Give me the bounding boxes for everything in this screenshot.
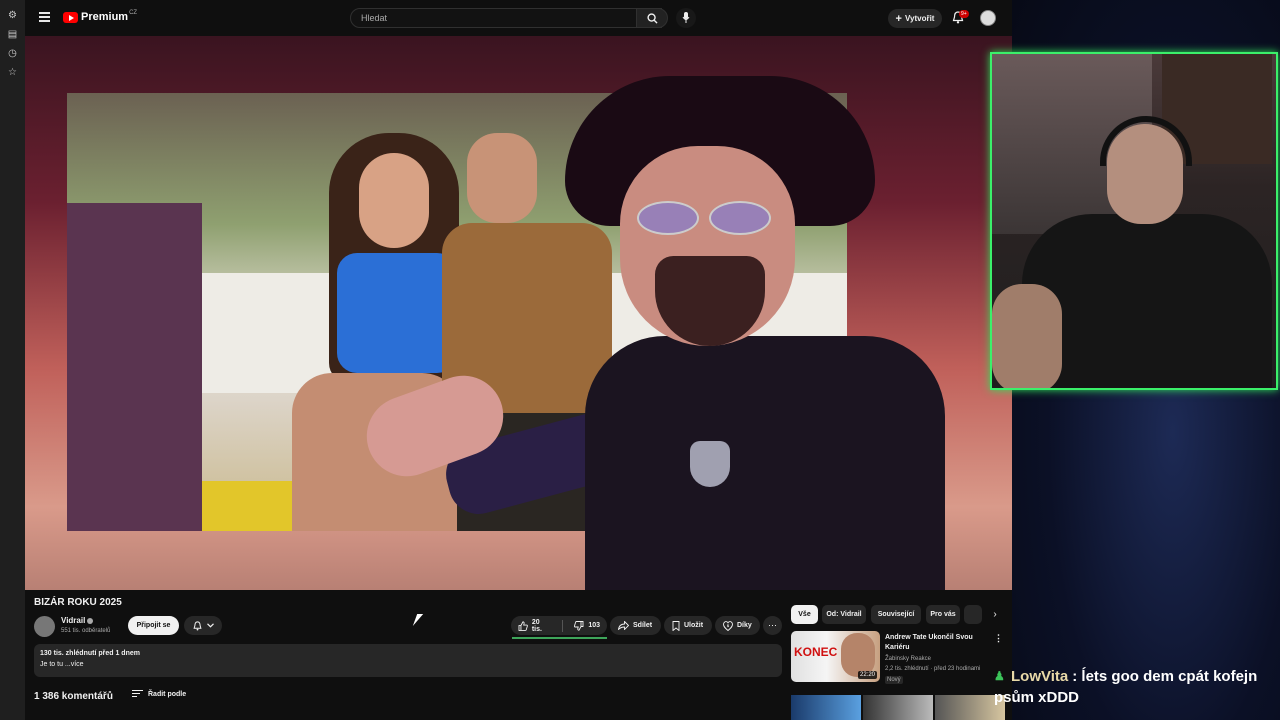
chat-line-1: ♟ LowVita : ĺets goo dem cpát kofejn <box>994 668 1280 685</box>
more-vert-icon[interactable]: ⋮ <box>994 633 1003 644</box>
bookmark-icon <box>672 620 680 631</box>
chip-all[interactable]: Vše <box>791 605 818 624</box>
youtube-window: ⚙ ▤ ◷ ☆ Premium CZ Hledat + Vytvořit 9+ … <box>0 0 1012 720</box>
chevron-down-icon <box>206 623 214 628</box>
verified-icon <box>87 617 94 624</box>
voice-search-button[interactable] <box>676 8 696 28</box>
search-icon <box>647 13 658 24</box>
thanks-label: Díky <box>737 622 752 629</box>
video-person-woman-face <box>359 153 429 248</box>
save-button[interactable]: Uložit <box>664 616 712 635</box>
like-button[interactable]: 20 tis. <box>511 616 558 635</box>
recommended-stats: 2,2 tis. zhlédnutí · před 23 hodinami <box>885 666 981 672</box>
search-input[interactable]: Hledat <box>350 8 662 28</box>
recommended-thumbnail-2[interactable] <box>791 695 861 720</box>
create-label: Vytvořit <box>904 14 935 23</box>
logo-region: CZ <box>129 10 138 16</box>
like-ratio-bar <box>512 637 607 639</box>
mic-icon <box>682 12 690 23</box>
sort-label: Řadit podle <box>148 691 187 698</box>
logo-text: Premium <box>81 11 129 23</box>
create-button[interactable]: + Vytvořit <box>888 9 942 28</box>
video-host-body <box>585 336 945 590</box>
description-text[interactable]: Je to tu ...více <box>40 661 84 668</box>
subscriber-count: 551 tis. odběratelů <box>61 628 111 634</box>
video-meta: 130 tis. zhlédnutí před 1 dnem <box>40 650 140 657</box>
recommended-thumbnail-3[interactable] <box>863 695 933 720</box>
share-label: Sdílet <box>633 622 653 629</box>
youtube-logo[interactable]: Premium CZ <box>63 10 138 23</box>
thumbnail-text: KONEC <box>794 645 838 659</box>
thanks-icon: $ <box>723 620 733 631</box>
chat-message: ♟ LowVita : ĺets goo dem cpát kofejn psů… <box>994 668 1280 706</box>
chip-related[interactable]: Související <box>871 605 921 624</box>
webcam-overlay <box>990 52 1278 390</box>
browser-sidebar: ⚙ ▤ ◷ ☆ <box>0 0 25 720</box>
chat-text-2: psům xDDD <box>994 689 1080 706</box>
more-horiz-icon: ⋯ <box>768 620 777 630</box>
share-button[interactable]: Sdílet <box>610 616 661 635</box>
video-person-woman-dress <box>337 253 457 373</box>
channel-name[interactable]: Vidrail <box>61 616 85 625</box>
more-actions-button[interactable]: ⋯ <box>763 616 782 635</box>
star-icon[interactable]: ☆ <box>7 67 18 78</box>
video-host-glasses <box>637 201 777 235</box>
webcam-streamer-arm <box>992 284 1062 388</box>
thumbs-down-icon <box>574 620 584 631</box>
save-label: Uložit <box>684 622 704 629</box>
dislike-button[interactable]: 103 <box>567 616 607 635</box>
mouse-cursor <box>412 614 424 626</box>
video-person-left <box>67 203 202 531</box>
video-host-badge <box>690 441 730 487</box>
like-divider <box>562 619 564 632</box>
recommended-thumbnail[interactable]: KONEC 22:20 <box>791 631 880 682</box>
description-box[interactable]: 130 tis. zhlédnutí před 1 dnem Je to tu … <box>34 644 782 677</box>
menu-icon[interactable] <box>39 12 50 23</box>
chat-user-icon: ♟ <box>994 669 1005 683</box>
video-player[interactable] <box>25 36 1012 590</box>
recommendation-chips: Vše Od: Vidrail Související Pro vás › <box>791 605 1012 624</box>
dislike-count: 103 <box>588 622 600 629</box>
search-button[interactable] <box>636 8 668 28</box>
share-icon <box>618 621 629 630</box>
like-count: 20 tis. <box>531 618 542 633</box>
chat-text-1: : ĺets goo dem cpát kofejn <box>1072 668 1258 685</box>
sort-comments-button[interactable]: Řadit podle <box>132 690 186 699</box>
plus-icon: + <box>895 12 902 25</box>
join-button[interactable]: Připojit se <box>128 616 179 635</box>
sort-icon <box>132 690 143 699</box>
channel-avatar[interactable] <box>34 616 55 637</box>
chip-from-channel[interactable]: Od: Vidrail <box>822 605 866 624</box>
new-badge: Nový <box>885 676 903 684</box>
recommended-title[interactable]: Andrew Tate Ukončil Svou Kariéru <box>885 633 995 653</box>
youtube-play-icon <box>63 11 78 23</box>
bell-icon <box>192 620 202 630</box>
svg-text:$: $ <box>727 623 730 628</box>
top-bar: Premium CZ Hledat + Vytvořit 9+ <box>25 0 1012 36</box>
video-person-man-face <box>467 133 537 223</box>
chip-for-you[interactable]: Pro vás <box>926 605 960 624</box>
recommended-video-2[interactable] <box>791 695 1012 720</box>
channel-name-row[interactable]: Vidrail <box>61 616 94 625</box>
recommended-video[interactable]: KONEC 22:20 Andrew Tate Ukončil Svou Kar… <box>791 631 1012 687</box>
account-avatar[interactable] <box>980 10 996 26</box>
chat-username: LowVita <box>1011 668 1069 685</box>
history-icon[interactable]: ◷ <box>7 48 18 59</box>
video-title: BIZÁR ROKU 2025 <box>34 597 122 608</box>
thanks-button[interactable]: $ Díky <box>715 616 760 635</box>
like-dislike-group: 20 tis. 103 <box>511 616 607 635</box>
comments-count: 1 386 komentářů <box>34 691 113 702</box>
recommended-channel[interactable]: Žabinsky Reakce <box>885 656 931 662</box>
notifications-badge: 9+ <box>959 10 969 18</box>
search-placeholder: Hledat <box>361 13 388 23</box>
subscription-bell-button[interactable] <box>184 616 222 635</box>
settings-icon[interactable]: ⚙ <box>7 10 18 21</box>
chip-more[interactable] <box>964 605 982 624</box>
chevron-right-icon[interactable]: › <box>988 605 1002 624</box>
library-icon[interactable]: ▤ <box>7 29 18 40</box>
thumbs-up-icon <box>518 620 528 631</box>
video-duration: 22:20 <box>857 671 877 679</box>
